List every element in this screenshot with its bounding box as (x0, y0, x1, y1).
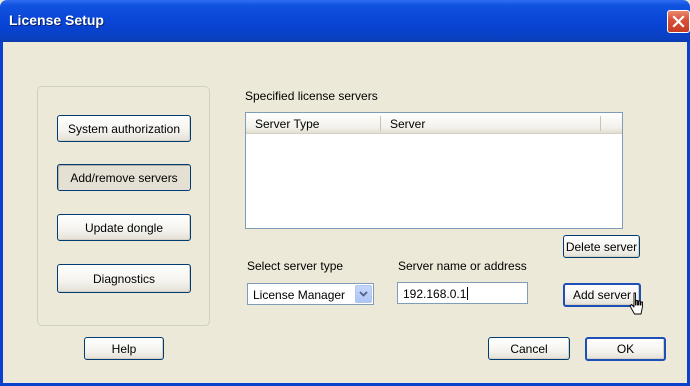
close-button[interactable] (667, 10, 690, 33)
mouse-pointer-icon (629, 292, 643, 315)
cancel-button[interactable]: Cancel (488, 337, 570, 360)
list-header: Server Type Server (246, 113, 622, 134)
ok-button[interactable]: OK (585, 337, 666, 361)
license-servers-label: Specified license servers (245, 89, 378, 103)
add-remove-servers-button[interactable]: Add/remove servers (57, 164, 191, 191)
server-type-label: Select server type (247, 259, 344, 273)
close-icon (672, 15, 685, 28)
window-frame-left (0, 42, 3, 386)
column-header-server[interactable]: Server (381, 113, 600, 134)
delete-server-button[interactable]: Delete server (563, 235, 640, 258)
window-title: License Setup (9, 12, 104, 28)
update-dongle-button[interactable]: Update dongle (57, 214, 191, 241)
license-servers-list[interactable]: Server Type Server (245, 112, 623, 229)
column-header-server-type[interactable]: Server Type (246, 113, 380, 134)
server-type-select[interactable]: License Manager (247, 283, 374, 305)
dropdown-button[interactable] (355, 285, 372, 303)
title-bar: License Setup (0, 0, 690, 42)
server-address-value: 192.168.0.1 (403, 287, 469, 301)
server-type-value: License Manager (253, 288, 346, 302)
server-address-input[interactable]: 192.168.0.1 (397, 282, 528, 304)
column-header-label: Server Type (255, 116, 320, 131)
system-authorization-button[interactable]: System authorization (57, 115, 191, 142)
help-button[interactable]: Help (84, 337, 164, 360)
text-caret (467, 287, 469, 300)
server-address-label: Server name or address (398, 259, 527, 273)
column-header-label: Server (390, 116, 426, 131)
column-divider[interactable] (600, 116, 601, 131)
diagnostics-button[interactable]: Diagnostics (57, 264, 191, 293)
chevron-down-icon (359, 291, 368, 297)
